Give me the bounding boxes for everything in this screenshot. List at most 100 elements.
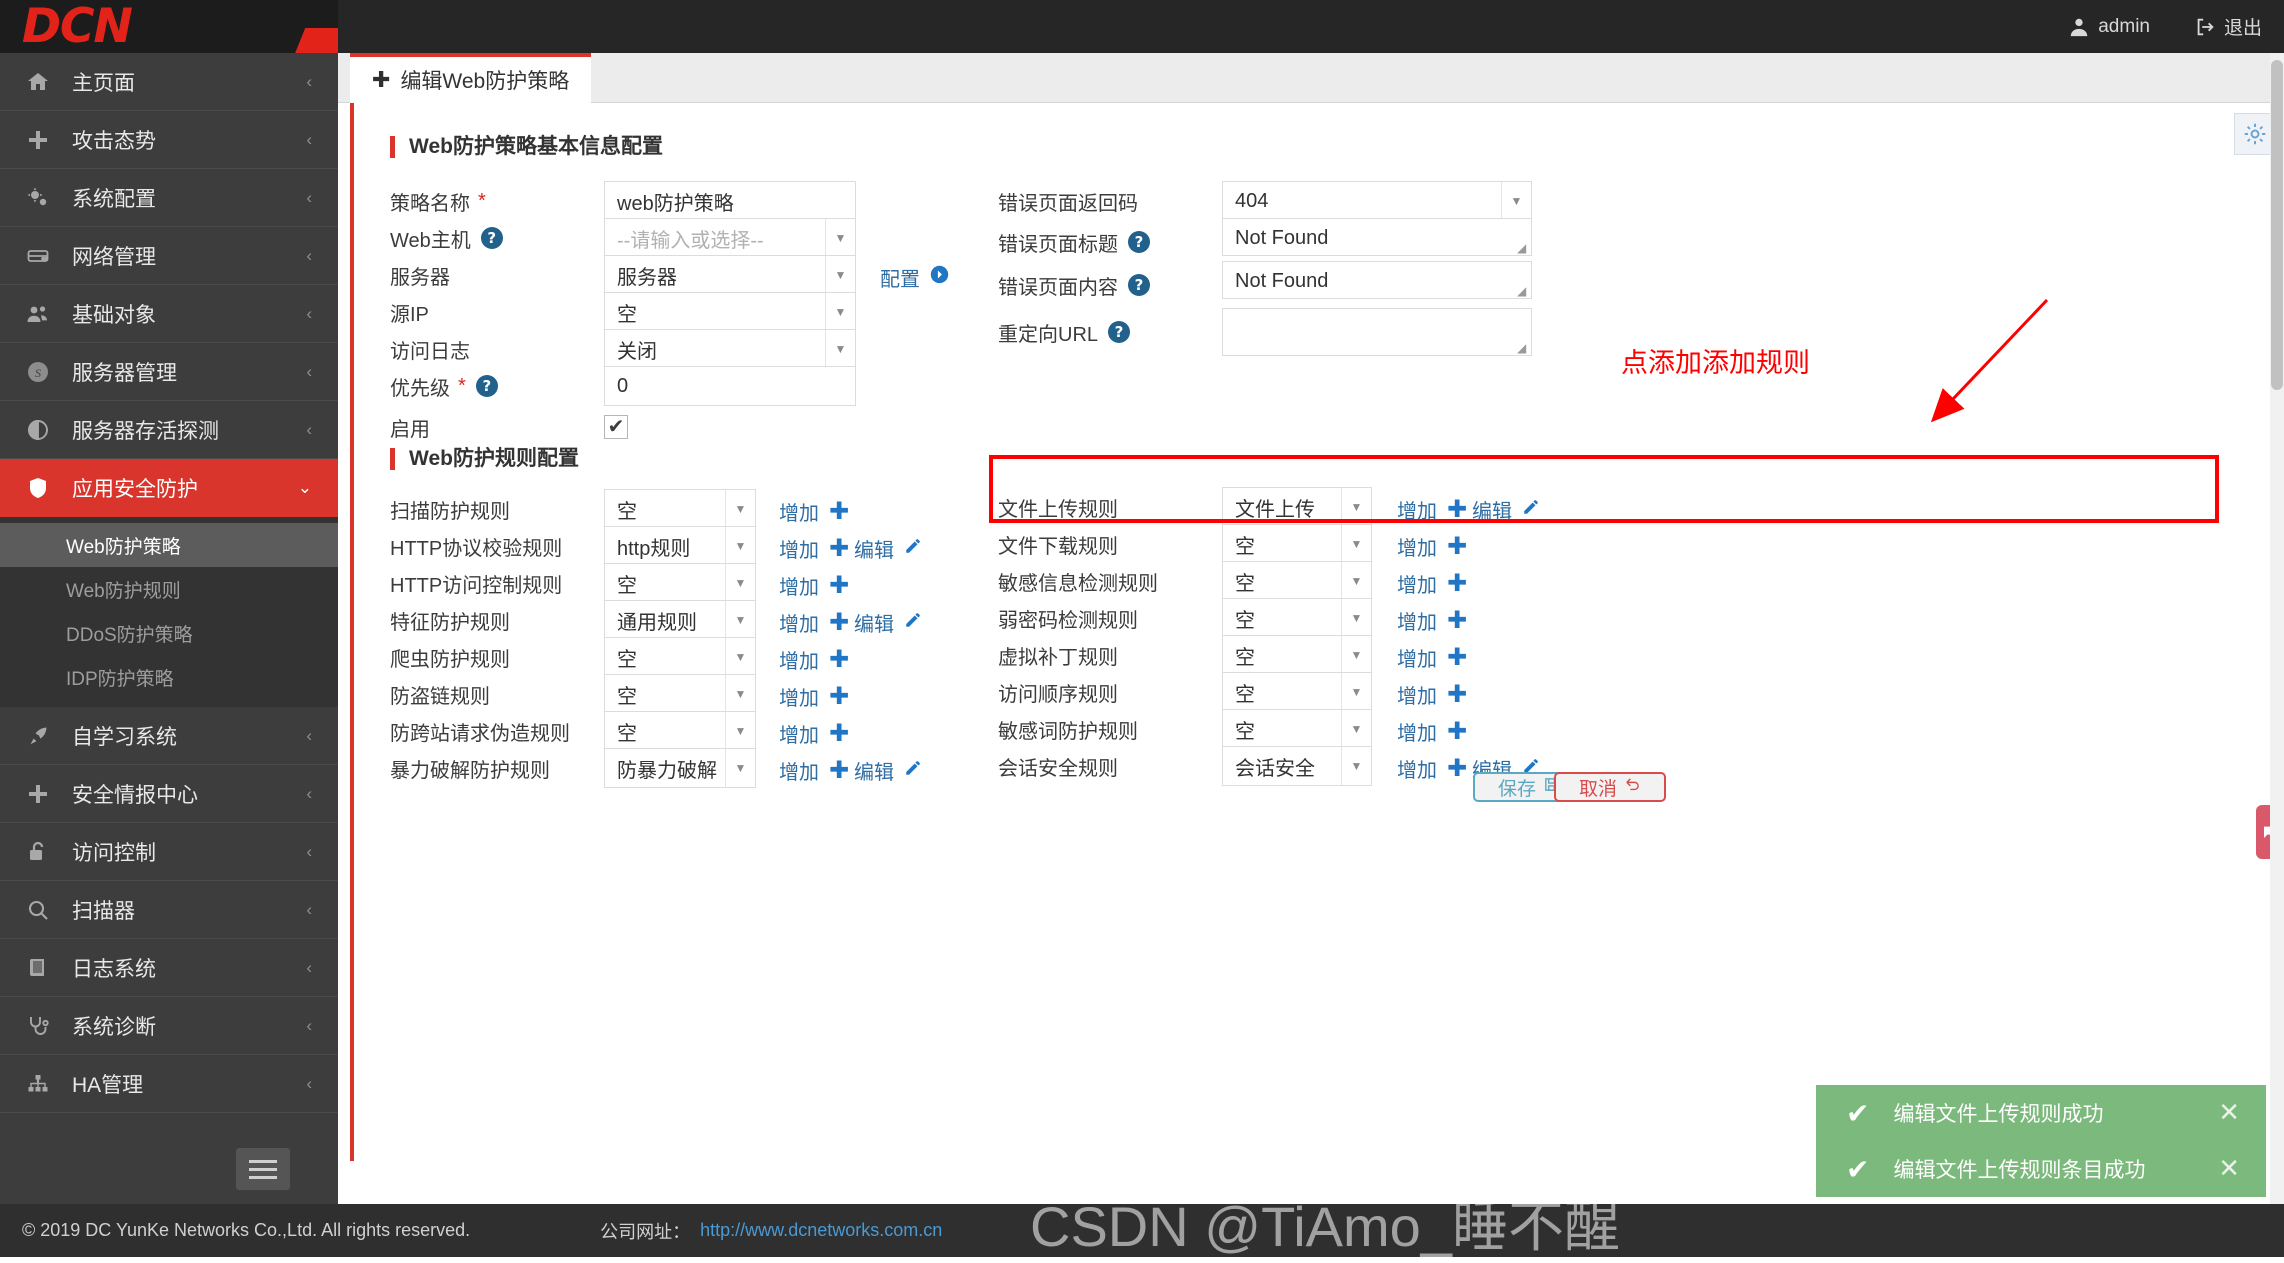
chevron-down-icon[interactable]: ▼ [1341,710,1371,748]
sidebar-item-14[interactable]: 系统诊断 ‹ [0,997,338,1055]
chevron-down-icon[interactable]: ▼ [725,601,755,639]
chevron-down-icon[interactable]: ▼ [1341,599,1371,637]
sidebar-item-9[interactable]: 自学习系统 ‹ [0,707,338,765]
chevron-down-icon[interactable]: ▼ [1341,562,1371,600]
rule-right-select-7[interactable]: 空 ▼ [1222,709,1372,749]
chevron-down-icon[interactable]: ▼ [825,219,855,257]
sidebar-item-12[interactable]: 扫描器 ‹ [0,881,338,939]
help-icon[interactable]: ? [475,375,498,397]
footer-company-link[interactable]: http://www.dcnetworks.com.cn [700,1220,942,1241]
chevron-down-icon[interactable]: ▼ [1341,488,1371,526]
resize-grip-icon[interactable]: ◢ [1517,342,1529,354]
help-icon[interactable]: ? [1128,274,1150,296]
sidebar-subitem-1[interactable]: Web防护策略 [0,523,338,567]
rule-left-add-1[interactable]: 增加 ✚ [779,497,849,526]
configure-link[interactable]: 配置 [880,263,949,292]
resize-grip-icon[interactable]: ◢ [1517,242,1529,254]
chevron-down-icon[interactable]: ▼ [825,330,855,368]
rule-left-select-4[interactable]: 通用规则 ▼ [604,600,756,640]
rule-left-select-5[interactable]: 空 ▼ [604,637,756,677]
chevron-down-icon[interactable]: ▼ [825,293,855,331]
errpage-textarea-3[interactable]: Not Found ◢ [1222,261,1532,299]
errpage-textarea-4[interactable]: ◢ [1222,308,1532,356]
sidebar-item-1[interactable]: 主页面 ‹ [0,53,338,111]
chevron-down-icon[interactable]: ▼ [1501,182,1531,220]
rule-left-select-6[interactable]: 空 ▼ [604,674,756,714]
enable-checkbox[interactable]: ✔ [604,415,628,439]
close-icon[interactable]: ✕ [2218,1153,2240,1184]
close-icon[interactable]: ✕ [2218,1097,2240,1128]
chevron-down-icon[interactable]: ▼ [1341,673,1371,711]
select-3[interactable]: 服务器 ▼ [604,255,856,295]
errpage-textarea-2[interactable]: Not Found ◢ [1222,218,1532,256]
rule-right-select-2[interactable]: 空 ▼ [1222,524,1372,564]
tab-edit-web-policy[interactable]: ✚ 编辑Web防护策略 [350,53,592,103]
sidebar-item-11[interactable]: 访问控制 ‹ [0,823,338,881]
sidebar-item-4[interactable]: 网络管理 ‹ [0,227,338,285]
logout-button[interactable]: 退出 [2172,13,2284,40]
chevron-down-icon[interactable]: ▼ [725,712,755,750]
sidebar-subitem-4[interactable]: IDP防护策略 [0,655,338,699]
rule-left-add-5[interactable]: 增加 ✚ [779,645,849,674]
chevron-down-icon[interactable]: ▼ [825,256,855,294]
rule-right-add-5[interactable]: 增加 ✚ [1397,643,1467,672]
rule-left-select-3[interactable]: 空 ▼ [604,563,756,603]
sidebar-item-2[interactable]: 攻击态势 ‹ [0,111,338,169]
chevron-down-icon[interactable]: ▼ [725,490,755,528]
user-menu[interactable]: admin [2046,16,2172,38]
rule-left-edit-2[interactable]: 编辑 [854,534,922,563]
rule-right-add-3[interactable]: 增加 ✚ [1397,569,1467,598]
sidebar-collapse-button[interactable] [236,1148,290,1190]
chevron-down-icon[interactable]: ▼ [1341,747,1371,785]
rule-left-add-7[interactable]: 增加 ✚ [779,719,849,748]
input-1[interactable]: web防护策略 [604,181,856,221]
sidebar-item-8[interactable]: 应用安全防护 ⌄ [0,459,338,517]
rule-left-add-2[interactable]: 增加 ✚ [779,534,849,563]
sidebar-item-3[interactable]: 系统配置 ‹ [0,169,338,227]
sidebar-item-15[interactable]: HA管理 ‹ [0,1055,338,1113]
rule-left-edit-8[interactable]: 编辑 [854,756,922,785]
rule-left-edit-4[interactable]: 编辑 [854,608,922,637]
cancel-button[interactable]: 取消 [1554,772,1666,802]
rule-left-add-8[interactable]: 增加 ✚ [779,756,849,785]
rule-right-edit-1[interactable]: 编辑 [1472,495,1540,524]
help-icon[interactable]: ? [480,227,503,249]
sidebar-item-13[interactable]: 日志系统 ‹ [0,939,338,997]
select-4[interactable]: 空 ▼ [604,292,856,332]
sidebar-item-7[interactable]: 服务器存活探测 ‹ [0,401,338,459]
rule-left-select-1[interactable]: 空 ▼ [604,489,756,529]
sidebar-subitem-2[interactable]: Web防护规则 [0,567,338,611]
rule-right-select-4[interactable]: 空 ▼ [1222,598,1372,638]
rule-right-add-4[interactable]: 增加 ✚ [1397,606,1467,635]
resize-grip-icon[interactable]: ◢ [1517,285,1529,297]
rule-right-add-1[interactable]: 增加 ✚ [1397,495,1467,524]
help-icon[interactable]: ? [1108,321,1131,343]
rule-right-select-6[interactable]: 空 ▼ [1222,672,1372,712]
chevron-down-icon[interactable]: ▼ [725,527,755,565]
rule-right-add-8[interactable]: 增加 ✚ [1397,754,1467,783]
select-2[interactable]: --请输入或选择-- ▼ [604,218,856,258]
rule-right-add-2[interactable]: 增加 ✚ [1397,532,1467,561]
rule-right-select-3[interactable]: 空 ▼ [1222,561,1372,601]
sidebar-item-6[interactable]: S 服务器管理 ‹ [0,343,338,401]
help-icon[interactable]: ? [1128,231,1150,253]
rule-left-select-8[interactable]: 防暴力破解 ▼ [604,748,756,788]
chevron-down-icon[interactable]: ▼ [725,564,755,602]
select-5[interactable]: 关闭 ▼ [604,329,856,369]
rule-left-select-7[interactable]: 空 ▼ [604,711,756,751]
rule-right-select-1[interactable]: 文件上传 ▼ [1222,487,1372,527]
sidebar-item-10[interactable]: 安全情报中心 ‹ [0,765,338,823]
chevron-down-icon[interactable]: ▼ [1341,525,1371,563]
input-6[interactable]: 0 [604,366,856,406]
rule-left-select-2[interactable]: http规则 ▼ [604,526,756,566]
chevron-down-icon[interactable]: ▼ [1341,636,1371,674]
rule-left-add-4[interactable]: 增加 ✚ [779,608,849,637]
rule-left-add-3[interactable]: 增加 ✚ [779,571,849,600]
chevron-down-icon[interactable]: ▼ [725,638,755,676]
rule-left-add-6[interactable]: 增加 ✚ [779,682,849,711]
page-scrollbar-thumb[interactable] [2271,60,2283,390]
rule-right-add-7[interactable]: 增加 ✚ [1397,717,1467,746]
sidebar-item-5[interactable]: 基础对象 ‹ [0,285,338,343]
rule-right-add-6[interactable]: 增加 ✚ [1397,680,1467,709]
chevron-down-icon[interactable]: ▼ [725,675,755,713]
